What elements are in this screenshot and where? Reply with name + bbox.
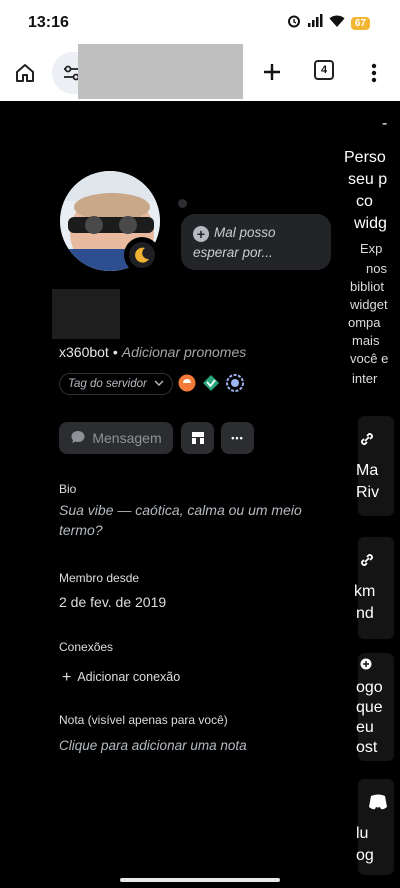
card-text: ost — [356, 739, 378, 756]
idle-status-icon — [124, 237, 160, 273]
server-tag-dropdown[interactable]: Tag do servidor — [59, 373, 174, 395]
card-text: og — [356, 847, 374, 864]
add-connection-button[interactable]: + Adicionar conexão — [62, 669, 180, 687]
link-icon — [358, 551, 376, 574]
plus-icon: + — [62, 669, 72, 686]
profile-badges — [178, 374, 244, 397]
page-content: + Mal posso esperar por... x360bot • Adicio… — [0, 101, 400, 875]
side-text: widg — [354, 215, 387, 232]
side-card[interactable]: lu og — [356, 779, 394, 875]
gesture-handle[interactable] — [120, 878, 280, 882]
add-status-icon: + — [193, 226, 209, 242]
side-text: widget — [350, 297, 388, 312]
status-icons: 67 — [287, 14, 370, 33]
card-text: lu — [356, 825, 369, 842]
card-text: eu — [356, 719, 374, 736]
tab-switcher-button[interactable]: 4 — [314, 60, 334, 80]
side-card[interactable]: ogo que eu ost — [356, 653, 394, 761]
username-line: x360bot • Adicionar pronomes — [59, 344, 246, 360]
side-text: co — [356, 193, 373, 210]
card-text: ogo — [356, 679, 383, 696]
separator: • — [112, 344, 118, 360]
card-text: Ma — [356, 462, 379, 479]
side-text: nos — [366, 261, 387, 276]
bio-label: Bio — [59, 482, 77, 496]
status-bar: 13:16 67 — [0, 0, 400, 46]
message-button-label: Mensagem — [92, 430, 162, 446]
plus-circle-icon — [360, 657, 372, 675]
side-text: Perso — [344, 149, 386, 166]
side-text: inter — [352, 371, 378, 386]
side-text: ' — [380, 101, 384, 112]
navigation-bar — [0, 875, 400, 888]
connections-label: Conexões — [59, 640, 114, 654]
side-text: você e — [350, 351, 389, 366]
battery-icon: 67 — [350, 17, 370, 30]
member-since-value: 2 de fev. de 2019 — [59, 594, 167, 610]
add-connection-label: Adicionar conexão — [77, 670, 181, 684]
side-text: Exp — [360, 241, 383, 256]
discord-logo-icon — [368, 793, 388, 816]
side-card[interactable]: Ma Riv — [356, 416, 394, 516]
new-tab-icon[interactable] — [256, 56, 288, 88]
hypesquad-badge-icon[interactable] — [178, 374, 196, 397]
note-label: Nota (visível apenas para você) — [59, 713, 228, 727]
side-card[interactable]: km nd — [354, 537, 394, 639]
more-options-button[interactable]: ••• — [221, 422, 254, 454]
signal-icon — [307, 14, 323, 33]
chat-bubble-icon — [70, 429, 86, 448]
active-developer-badge-icon[interactable] — [202, 374, 220, 397]
card-text: nd — [356, 605, 374, 622]
link-icon — [358, 430, 376, 453]
side-text: - — [382, 115, 388, 132]
side-text: seu p — [348, 171, 388, 188]
nitro-badge-icon[interactable] — [226, 374, 244, 397]
side-panel: ' - Perso seu p co widg Exp nos bibliot … — [338, 101, 400, 875]
home-icon[interactable] — [8, 58, 42, 88]
username: x360bot — [59, 344, 109, 360]
card-text: km — [354, 583, 376, 600]
card-text: Riv — [356, 484, 380, 501]
side-text: mais — [352, 333, 380, 348]
custom-status-bubble[interactable]: + Mal posso esperar por... — [181, 214, 331, 270]
overflow-menu-icon[interactable] — [362, 58, 386, 88]
server-icon-button[interactable] — [181, 422, 214, 454]
display-name — [52, 289, 120, 339]
card-text: que — [356, 699, 383, 716]
chevron-down-icon — [154, 378, 164, 390]
side-text: ompa — [348, 315, 381, 330]
more-dots-icon: ••• — [231, 433, 244, 443]
alarm-icon — [287, 14, 301, 33]
member-since-label: Membro desde — [59, 571, 140, 585]
clock: 13:16 — [28, 14, 69, 31]
message-button[interactable]: Mensagem — [59, 422, 173, 454]
address-bar[interactable] — [78, 44, 243, 99]
wifi-icon — [329, 14, 345, 33]
side-text: bibliot — [350, 279, 384, 294]
bio-text[interactable]: Sua vibe — caótica, calma ou um meio ter… — [59, 500, 319, 540]
note-input[interactable]: Clique para adicionar uma nota — [59, 738, 247, 753]
server-tag-label: Tag do servidor — [68, 378, 147, 390]
add-pronouns-link[interactable]: Adicionar pronomes — [122, 344, 247, 360]
thought-dot — [178, 199, 187, 208]
